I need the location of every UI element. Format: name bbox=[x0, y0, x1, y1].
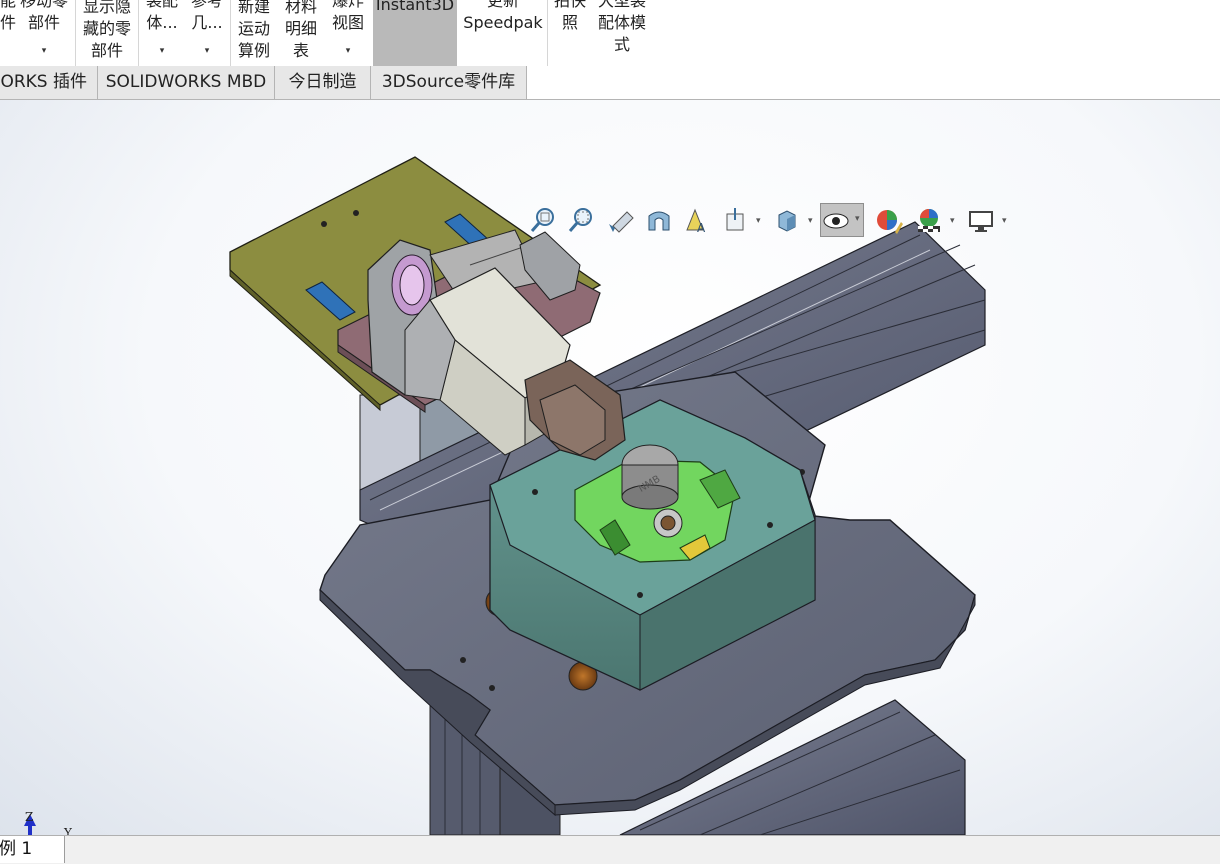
ribbon-label: 大型装 配体模 式 bbox=[597, 0, 646, 54]
command-manager-ribbon: 能 件 移动零 部件 ▾ 显示隐 藏的零 部件 装配 体... ▾ 参考 几... ▾… bbox=[0, 0, 1220, 67]
ribbon-button-new-motion-study[interactable]: 新建 运动 算例 bbox=[231, 0, 277, 66]
ribbon-label: 显示隐 藏的零 部件 bbox=[82, 0, 131, 60]
ribbon-label: 材料 明细 表 bbox=[284, 0, 317, 60]
tab-3dsource-parts-library[interactable]: 3DSource零件库 bbox=[371, 66, 527, 99]
chevron-down-icon[interactable]: ▾ bbox=[855, 214, 860, 224]
zoom-to-fit-icon[interactable] bbox=[528, 203, 558, 237]
stepper-motor: NMB bbox=[621, 444, 679, 510]
ribbon-label: 拍快 照 bbox=[553, 0, 586, 32]
ribbon-label: 新建 运动 算例 bbox=[237, 0, 270, 60]
triad-y-label: Y bbox=[64, 826, 72, 835]
svg-text:A: A bbox=[697, 221, 706, 234]
ribbon-label: 能 件 bbox=[0, 0, 17, 32]
ribbon-label: 爆炸 视图 bbox=[331, 0, 364, 32]
ribbon-button-large-assembly-mode[interactable]: 大型装 配体模 式 bbox=[592, 0, 652, 66]
ribbon-button-reference-geometry[interactable]: 参考 几... ▾ bbox=[185, 0, 229, 66]
apply-scene-icon[interactable] bbox=[914, 203, 944, 237]
previous-view-icon[interactable] bbox=[606, 203, 636, 237]
chevron-down-icon[interactable]: ▾ bbox=[325, 40, 371, 62]
command-manager-tabs: ORKS 插件 SOLIDWORKS MBD 今日制造 3DSource零件库 bbox=[0, 66, 1220, 100]
edit-appearance-icon[interactable] bbox=[874, 203, 904, 237]
chevron-down-icon[interactable]: ▾ bbox=[185, 40, 229, 62]
ribbon-label: 移动零 部件 bbox=[19, 0, 68, 32]
ribbon-label: Instant3D bbox=[375, 0, 455, 14]
chevron-down-icon[interactable]: ▾ bbox=[1002, 216, 1007, 226]
ribbon-button-smart-fasteners[interactable]: 能 件 bbox=[0, 0, 17, 66]
ribbon-button-move-component[interactable]: 移动零 部件 ▾ bbox=[14, 0, 74, 66]
ribbon-button-bill-of-materials[interactable]: 材料 明细 表 bbox=[278, 0, 324, 66]
tab-solidworks-mbd[interactable]: SOLIDWORKS MBD bbox=[98, 66, 275, 99]
ribbon-button-show-hidden-components[interactable]: 显示隐 藏的零 部件 bbox=[76, 0, 138, 66]
ribbon-button-update-speedpak[interactable]: 更新 Speedpak bbox=[460, 0, 546, 66]
triad-z-label: Z bbox=[25, 810, 34, 824]
chevron-down-icon[interactable]: ▾ bbox=[14, 40, 74, 62]
motion-study-label: 算例 1 bbox=[0, 839, 33, 859]
chevron-down-icon[interactable]: ▾ bbox=[950, 216, 955, 226]
zoom-to-area-icon[interactable] bbox=[566, 203, 596, 237]
section-view-icon[interactable] bbox=[644, 203, 674, 237]
graphics-area[interactable]: NMB A ▾ ▾ ▾ ▾ ▾ Z Y bbox=[0, 100, 1220, 835]
ribbon-button-instant3d[interactable]: Instant3D bbox=[373, 0, 457, 66]
view-settings-icon[interactable] bbox=[966, 203, 996, 237]
display-style-icon[interactable] bbox=[772, 203, 802, 237]
dynamic-annotation-icon[interactable]: A bbox=[682, 203, 712, 237]
tab-motion-study-1[interactable]: 算例 1 bbox=[0, 836, 65, 863]
chevron-down-icon[interactable]: ▾ bbox=[808, 216, 813, 226]
chevron-down-icon[interactable]: ▾ bbox=[139, 40, 185, 62]
ribbon-button-take-snapshot[interactable]: 拍快 照 bbox=[548, 0, 592, 66]
ribbon-label: 更新 Speedpak bbox=[463, 0, 543, 32]
hide-show-items-icon[interactable]: ▾ bbox=[820, 203, 864, 237]
ribbon-button-assembly-features[interactable]: 装配 体... ▾ bbox=[139, 0, 185, 66]
tab-today-manufacturing[interactable]: 今日制造 bbox=[275, 66, 371, 99]
motion-study-tabs: 算例 1 bbox=[0, 835, 1220, 864]
tab-solidworks-addins[interactable]: ORKS 插件 bbox=[0, 66, 98, 99]
ribbon-label: 装配 体... bbox=[145, 0, 178, 32]
ribbon-button-exploded-view[interactable]: 爆炸 视图 ▾ bbox=[325, 0, 371, 66]
view-orientation-icon[interactable] bbox=[720, 203, 750, 237]
chevron-down-icon[interactable]: ▾ bbox=[756, 216, 761, 226]
ribbon-label: 参考 几... bbox=[190, 0, 223, 32]
reference-triad: Z Y X bbox=[14, 808, 84, 835]
